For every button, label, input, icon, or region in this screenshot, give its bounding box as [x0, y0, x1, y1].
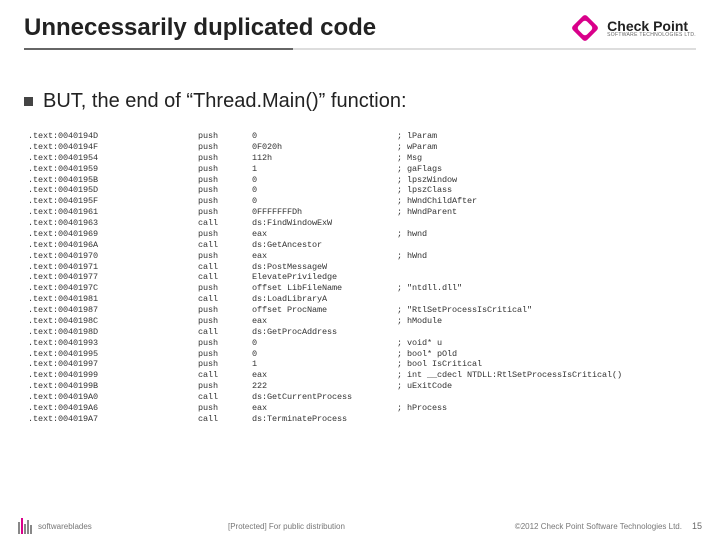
code-line: .text:0040198Dcallds:GetProcAddress [28, 327, 696, 338]
checkpoint-logo-icon [573, 14, 601, 42]
code-line: .text:0040199Bpush222; uExitCode [28, 381, 696, 392]
slide-title: Unnecessarily duplicated code [24, 14, 376, 42]
code-line: .text:0040195Fpush0; hWndChildAfter [28, 196, 696, 207]
code-line: .text:00401993push0; void* u [28, 338, 696, 349]
code-line: .text:00401971callds:PostMessageW [28, 262, 696, 273]
logo-text-top: Check Point [607, 19, 696, 33]
bullet-square-icon [24, 97, 33, 106]
code-line: .text:00401999calleax; int __cdecl NTDLL… [28, 370, 696, 381]
code-line: .text:0040195Dpush0; lpszClass [28, 185, 696, 196]
code-line: .text:00401963callds:FindWindowExW [28, 218, 696, 229]
code-line: .text:004019A6pusheax; hProcess [28, 403, 696, 414]
footer-copyright: ©2012 Check Point Software Technologies … [515, 522, 682, 531]
footer-brand: softwareblades [38, 522, 92, 531]
bullet-text: BUT, the end of “Thread.Main()” function… [43, 90, 407, 113]
checkpoint-logo: Check Point SOFTWARE TECHNOLOGIES LTD. [573, 14, 696, 42]
code-line: .text:00401969pusheax; hwnd [28, 229, 696, 240]
code-line: .text:0040194Dpush0; lParam [28, 131, 696, 142]
disassembly-listing: .text:0040194Dpush0; lParam.text:0040194… [24, 127, 696, 425]
footer-classification: [Protected] For public distribution [228, 522, 515, 531]
code-line: .text:00401987pushoffset ProcName; "RtlS… [28, 305, 696, 316]
code-line: .text:00401995push0; bool* pOld [28, 349, 696, 360]
page-number: 15 [692, 521, 702, 531]
footer: softwareblades [Protected] For public di… [0, 512, 720, 540]
code-line: .text:004019A7callds:TerminateProcess [28, 414, 696, 425]
logo-text-bottom: SOFTWARE TECHNOLOGIES LTD. [607, 33, 696, 38]
code-line: .text:00401981callds:LoadLibraryA [28, 294, 696, 305]
code-line: .text:00401959push1; gaFlags [28, 164, 696, 175]
code-line: .text:00401954push112h; Msg [28, 153, 696, 164]
code-line: .text:0040197Cpushoffset LibFileName; "n… [28, 283, 696, 294]
code-line: .text:00401970pusheax; hWnd [28, 251, 696, 262]
code-line: .text:004019A0callds:GetCurrentProcess [28, 392, 696, 403]
softwareblades-icon [18, 518, 32, 534]
code-line: .text:0040195Bpush0; lpszWindow [28, 175, 696, 186]
code-line: .text:00401977callElevatePriviledge [28, 272, 696, 283]
code-line: .text:0040194Fpush0F020h; wParam [28, 142, 696, 153]
code-line: .text:0040196Acallds:GetAncestor [28, 240, 696, 251]
code-line: .text:0040198Cpusheax; hModule [28, 316, 696, 327]
code-line: .text:00401961push0FFFFFFFDh; hWndParent [28, 207, 696, 218]
code-line: .text:00401997push1; bool IsCritical [28, 359, 696, 370]
